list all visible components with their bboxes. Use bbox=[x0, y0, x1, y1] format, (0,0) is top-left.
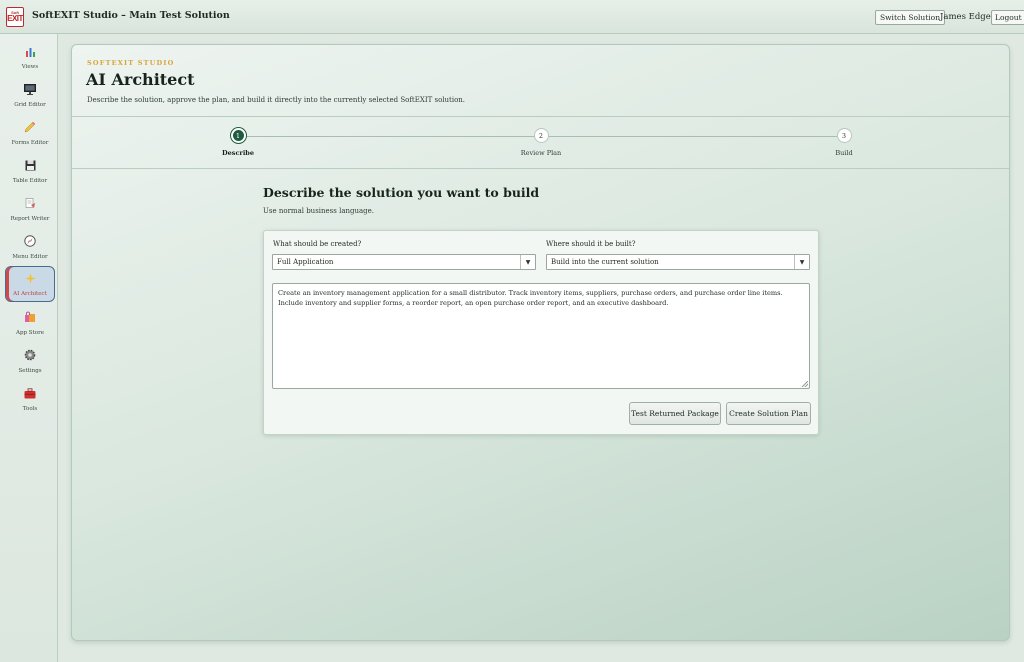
sidebar-item-label: Views bbox=[21, 64, 39, 70]
step-build[interactable]: 3 Build bbox=[804, 128, 884, 157]
app-title: SoftEXIT Studio – Main Test Solution bbox=[32, 10, 230, 21]
wizard-stepper: 1 Describe 2 Review Plan 3 Build bbox=[72, 117, 1009, 169]
softexit-logo: Soft EXIT bbox=[6, 7, 24, 27]
step-number: 3 bbox=[836, 128, 852, 143]
sidebar-item-table-editor[interactable]: Table Editor bbox=[5, 154, 55, 190]
bar-chart-icon bbox=[23, 44, 37, 58]
gear-icon bbox=[23, 348, 37, 362]
page-subtitle: Describe the solution, approve the plan,… bbox=[87, 96, 466, 104]
sidebar-item-tools[interactable]: Tools bbox=[5, 382, 55, 418]
resize-handle-icon[interactable] bbox=[802, 381, 808, 387]
sidebar-item-report-writer[interactable]: Report Writer bbox=[5, 192, 55, 228]
logo-text-bottom: EXIT bbox=[7, 14, 23, 23]
sidebar-item-label: Menu Editor bbox=[12, 254, 48, 260]
switch-solution-button[interactable]: Switch Solution bbox=[875, 10, 946, 25]
page-title: AI Architect bbox=[86, 70, 195, 89]
chevron-down-icon: ▼ bbox=[520, 255, 535, 269]
sidebar-item-forms-editor[interactable]: Forms Editor bbox=[5, 116, 55, 152]
sidebar-item-label: Grid Editor bbox=[14, 102, 46, 108]
compass-icon bbox=[23, 234, 37, 248]
create-type-value: Full Application bbox=[277, 258, 334, 266]
toolbox-icon bbox=[23, 386, 37, 400]
sidebar-item-views[interactable]: Views bbox=[5, 40, 55, 76]
monitor-icon bbox=[23, 82, 37, 96]
stepper-line bbox=[245, 136, 535, 137]
user-name: James Edgell bbox=[940, 12, 997, 22]
step-review-plan[interactable]: 2 Review Plan bbox=[501, 128, 581, 157]
sidebar-item-menu-editor[interactable]: Menu Editor bbox=[5, 230, 55, 266]
sidebar-item-settings[interactable]: Settings bbox=[5, 344, 55, 380]
report-icon bbox=[23, 196, 37, 210]
page-eyebrow: SOFTEXIT STUDIO bbox=[87, 59, 175, 67]
solution-description-textarea[interactable]: Create an inventory management applicati… bbox=[272, 283, 810, 389]
sidebar-item-label: Table Editor bbox=[12, 178, 48, 184]
floppy-disk-icon bbox=[23, 158, 37, 172]
sidebar-item-label: App Store bbox=[16, 330, 44, 336]
step-number: 2 bbox=[533, 128, 549, 143]
sidebar-item-label: AI Architect bbox=[13, 291, 47, 297]
build-target-value: Build into the current solution bbox=[551, 258, 659, 266]
build-target-select[interactable]: Build into the current solution ▼ bbox=[546, 254, 810, 270]
shopping-bag-icon bbox=[23, 310, 37, 324]
sidebar-item-label: Tools bbox=[22, 406, 38, 412]
stepper-line bbox=[548, 136, 837, 137]
logout-button[interactable]: Logout bbox=[991, 10, 1024, 25]
form-heading: Describe the solution you want to build bbox=[263, 185, 540, 200]
test-returned-package-button[interactable]: Test Returned Package bbox=[629, 402, 721, 425]
sidebar: Views Grid Editor Forms Editor Table Edi… bbox=[0, 34, 58, 662]
step-label: Review Plan bbox=[520, 149, 562, 157]
sidebar-item-ai-architect[interactable]: AI Architect bbox=[5, 266, 55, 302]
solution-description-text: Create an inventory management applicati… bbox=[278, 289, 783, 307]
page-header: SOFTEXIT STUDIO AI Architect Describe th… bbox=[72, 45, 1009, 117]
build-target-label: Where should it be built? bbox=[546, 240, 636, 248]
create-type-select[interactable]: Full Application ▼ bbox=[272, 254, 536, 270]
sidebar-item-label: Report Writer bbox=[10, 216, 50, 222]
sparkle-icon bbox=[23, 271, 37, 285]
form-hint: Use normal business language. bbox=[263, 207, 375, 215]
sidebar-item-grid-editor[interactable]: Grid Editor bbox=[5, 78, 55, 114]
create-solution-plan-button[interactable]: Create Solution Plan bbox=[726, 402, 811, 425]
sidebar-item-label: Forms Editor bbox=[11, 140, 49, 146]
describe-form-card: What should be created? Full Application… bbox=[263, 230, 819, 435]
step-number: 1 bbox=[230, 128, 246, 143]
step-label: Describe bbox=[222, 149, 254, 157]
pencil-icon bbox=[23, 120, 37, 134]
top-bar: Soft EXIT SoftEXIT Studio – Main Test So… bbox=[0, 0, 1024, 34]
sidebar-item-label: Settings bbox=[18, 368, 42, 374]
main-panel: SOFTEXIT STUDIO AI Architect Describe th… bbox=[71, 44, 1010, 641]
create-type-label: What should be created? bbox=[273, 240, 362, 248]
step-label: Build bbox=[835, 149, 853, 157]
sidebar-item-app-store[interactable]: App Store bbox=[5, 306, 55, 342]
chevron-down-icon: ▼ bbox=[794, 255, 809, 269]
step-describe[interactable]: 1 Describe bbox=[198, 128, 278, 157]
